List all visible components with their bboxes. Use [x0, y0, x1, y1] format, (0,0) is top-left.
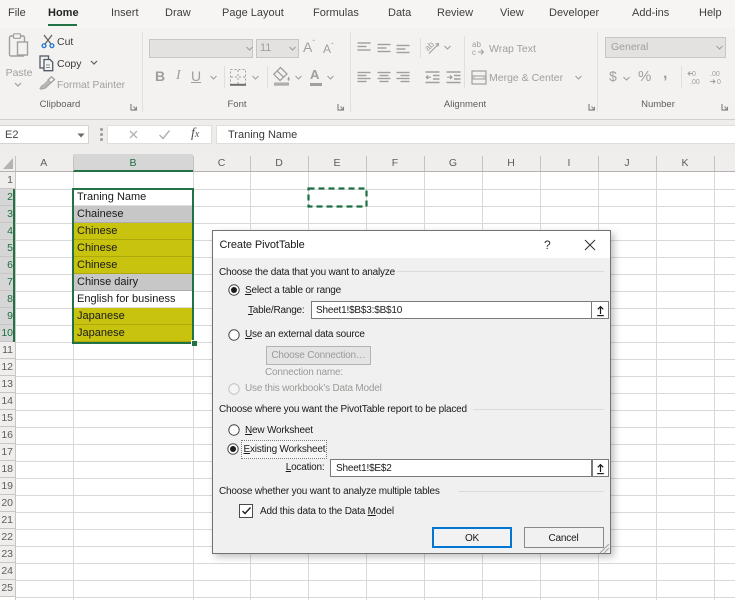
- svg-text:.00: .00: [690, 79, 700, 85]
- svg-text:.00: .00: [710, 71, 720, 78]
- svg-text:c: c: [472, 48, 476, 56]
- svg-text:ab: ab: [425, 39, 436, 53]
- svg-text:0: 0: [692, 71, 696, 78]
- svg-text:0: 0: [717, 79, 721, 85]
